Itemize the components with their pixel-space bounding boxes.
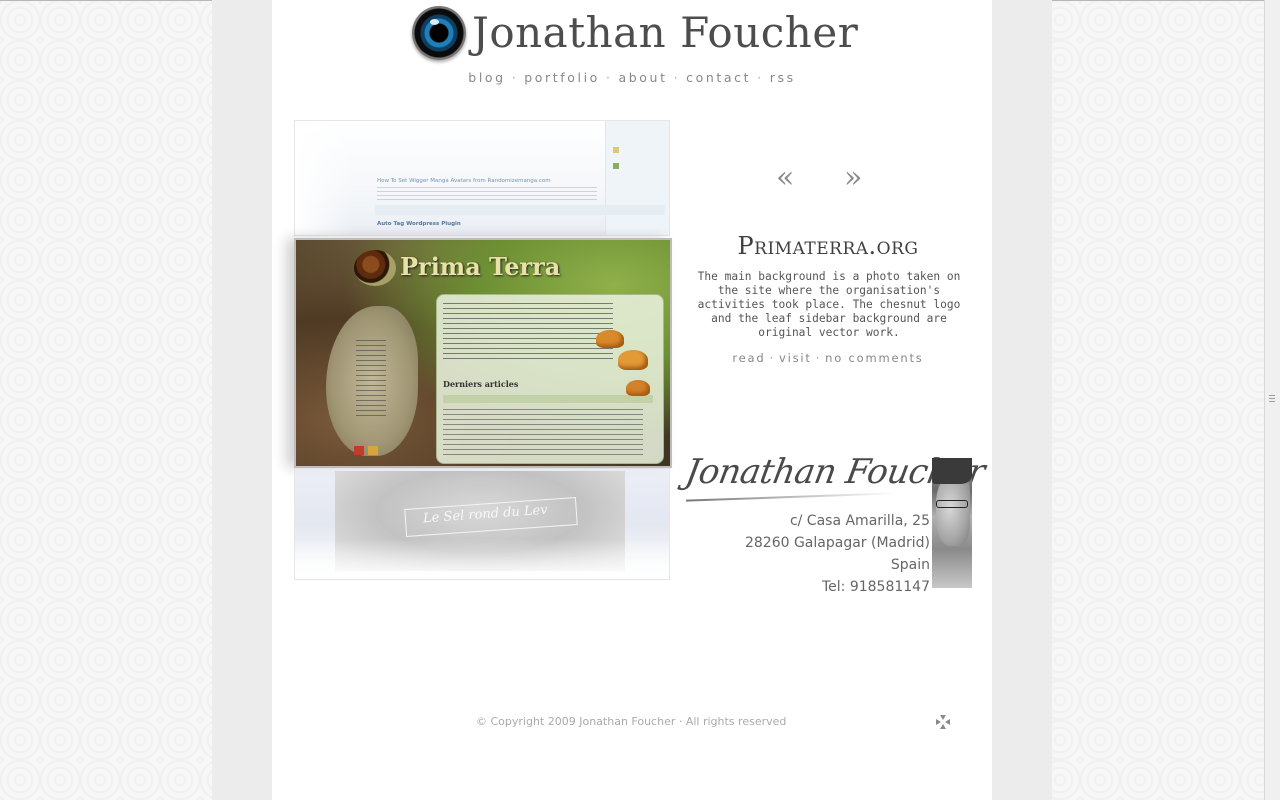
thumbnail-bullet [613,147,619,153]
camera-lens-icon[interactable] [412,6,466,60]
thumbnail-fade [295,121,355,235]
project-description: The main background is a photo taken on … [697,270,961,339]
nav-separator: · [605,70,613,85]
thumbnail-brand: Prima Terra [400,252,561,281]
nav-separator: · [673,70,681,85]
page-container: Jonathan Foucher blog · portfolio · about · co… [272,0,992,800]
thumbnail-badge [368,446,378,455]
thumbnail-text-lines [443,303,613,359]
thumbnail-bullet [613,163,619,169]
copyright-text: © Copyright 2009 Jonathan Foucher · All … [476,715,787,728]
link-separator: · [815,351,822,365]
thumbnail-bar [375,205,665,215]
carousel-next-button[interactable]: » [844,160,862,195]
main-nav: blog · portfolio · about · contact · rss [272,70,992,85]
thumbnail-badge [354,446,364,455]
site-title[interactable]: Jonathan Foucher [472,8,858,57]
vertical-scrollbar[interactable] [1264,0,1280,800]
chestnut-logo-icon [354,250,396,286]
project-links: read · visit · no comments [684,351,972,365]
address-line: c/ Casa Amarilla, 25 [789,513,930,529]
project-title: Primaterra.org [737,232,919,260]
thumbnail-heading: Derniers articles [443,379,519,389]
scrollbar-grip[interactable] [1269,395,1275,403]
address-line: 28260 Galapagar (Madrid) [744,535,930,551]
nav-item-about[interactable]: about [619,70,668,85]
author-glasses [936,500,968,508]
thumbnail-sidebar [605,121,669,235]
link-separator: · [769,351,775,365]
mushroom-image [618,350,648,370]
mushroom-image [596,330,624,348]
leaf-sidebar-menu [356,340,386,420]
nav-separator: · [757,70,764,85]
portfolio-thumbnail-blog[interactable]: How To Set Wigger Manga Avatars from Ran… [294,120,670,236]
thumbnail-highlight-row [443,395,653,403]
arrow-right-part [945,719,950,725]
nav-item-rss[interactable]: rss [770,70,796,85]
arrow-left-part [936,719,941,725]
thumbnail-post-title: How To Set Wigger Manga Avatars from Ran… [377,178,551,184]
thumbnail-text-lines [377,187,597,203]
project-visit-link[interactable]: visit [779,351,812,365]
carousel-prev-button[interactable]: « [776,160,794,195]
portfolio-thumbnail-primaterra[interactable]: Prima Terra Derniers articles [294,238,672,468]
nav-item-contact[interactable]: contact [686,70,751,85]
contact-address: c/ Casa Amarilla, 25 28260 Galapagar (Ma… [692,510,930,598]
author-photo [932,458,972,588]
project-comments-link[interactable]: no comments [825,351,923,365]
thumbnail-text-lines [443,409,643,455]
mushroom-image [626,380,650,396]
author-hair [932,458,972,484]
project-read-link[interactable]: read [732,351,765,365]
portfolio-thumbnail-lev[interactable]: Le Sel rond du Lev [294,468,670,580]
thumbnail-content-panel: Derniers articles [436,294,664,464]
thumbnail-fade [295,539,669,579]
nav-separator: · [511,70,519,85]
phone-line: Tel: 918581147 [821,579,930,595]
author-face [936,476,970,546]
thumbnail-post-link: Auto Tag Wordpress Plugin [377,221,461,227]
nav-item-blog[interactable]: blog [468,70,505,85]
move-arrows-icon[interactable] [936,715,950,729]
signature-underline [686,492,896,502]
nav-item-portfolio[interactable]: portfolio [524,70,600,85]
address-line: Spain [890,557,930,573]
